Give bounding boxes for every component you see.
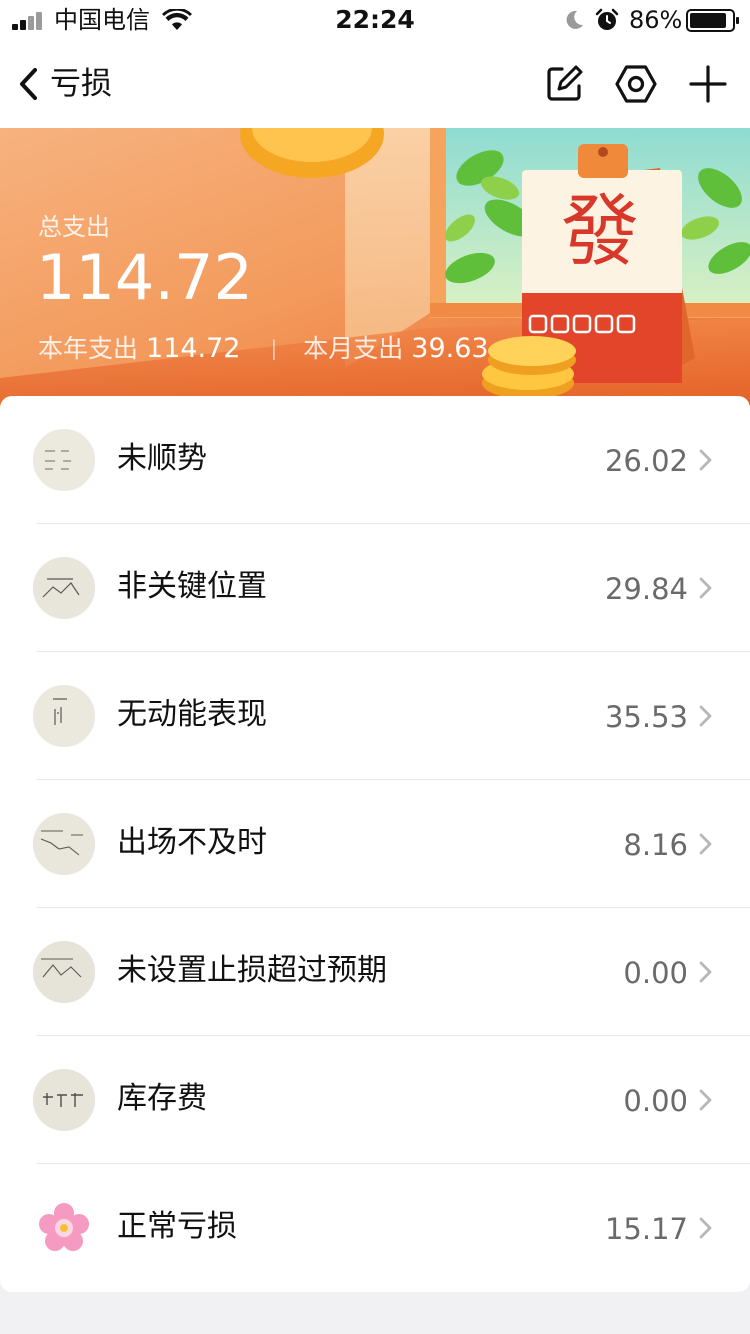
category-amount: 35.53 [604,700,688,734]
category-label: 正常亏损 [117,1209,237,1244]
category-label: 未设置止损超过预期 [117,953,387,988]
category-label: 出场不及时 [117,825,267,860]
total-expense-value: 114.72 [36,241,253,314]
plus-icon[interactable] [688,64,728,104]
month-expense-label: 本月支出 [303,334,404,363]
category-row[interactable]: 无动能表现 35.53 [0,652,750,780]
category-amount: 26.02 [604,444,688,478]
category-row[interactable]: 未顺势 26.02 [0,396,750,524]
category-row[interactable]: 非关键位置 29.84 [0,524,750,652]
category-avatar [33,429,95,491]
status-bar: 中国电信 22:24 86% [0,0,750,40]
category-amount: 0.00 [623,956,688,990]
category-label: 未顺势 [117,441,207,476]
category-row[interactable]: 出场不及时 8.16 [0,780,750,908]
category-amount: 29.84 [604,572,688,606]
period-summary: 本年支出 114.72 | 本月支出 39.63 [38,330,489,366]
settings-hex-icon[interactable] [614,62,658,106]
category-avatar [33,813,95,875]
chevron-right-icon [699,1089,712,1111]
calendar-glyph: 發 [561,187,639,277]
chevron-right-icon [699,1217,712,1239]
chevron-right-icon [699,577,712,599]
category-list: 未顺势 26.02 非关键位置 29.84 无动能表现 35.53 出场不及时 … [0,396,750,1292]
category-avatar [33,941,95,1003]
month-expense-value: 39.63 [411,333,489,364]
page-title: 亏损 [50,66,112,102]
chevron-right-icon [699,449,712,471]
category-label: 非关键位置 [117,569,267,604]
category-amount: 8.16 [623,828,688,862]
year-expense-label: 本年支出 [38,334,139,363]
cherry-blossom-icon [39,1203,89,1251]
moon-icon [566,10,583,29]
summary-divider: | [270,336,278,360]
category-avatar [33,1069,95,1131]
category-row[interactable]: 正常亏损 15.17 [0,1164,750,1292]
chevron-right-icon [699,705,712,727]
category-label: 库存费 [117,1081,207,1116]
total-expense-label: 总支出 [38,213,110,241]
edit-icon[interactable] [544,64,584,104]
back-chevron-icon[interactable] [10,62,50,106]
alarm-clock-icon [595,8,619,30]
category-label: 无动能表现 [117,697,267,732]
category-amount: 0.00 [623,1084,688,1118]
screen: 中国电信 22:24 86% 亏损 發 总支出 114.72 本年支出 114.… [0,0,750,1334]
chevron-right-icon [699,833,712,855]
category-amount: 15.17 [604,1212,688,1246]
chevron-right-icon [699,961,712,983]
category-row[interactable]: 库存费 0.00 [0,1036,750,1164]
category-avatar [33,557,95,619]
battery-icon [686,9,739,32]
battery-percentage: 86% [629,6,683,34]
category-avatar [33,685,95,747]
year-expense-value: 114.72 [146,333,241,364]
summary-banner: 發 总支出 114.72 本年支出 114.72 | 本月支出 39.63 [0,128,750,408]
nav-bar: 亏损 [0,40,750,128]
category-row[interactable]: 未设置止损超过预期 0.00 [0,908,750,1036]
